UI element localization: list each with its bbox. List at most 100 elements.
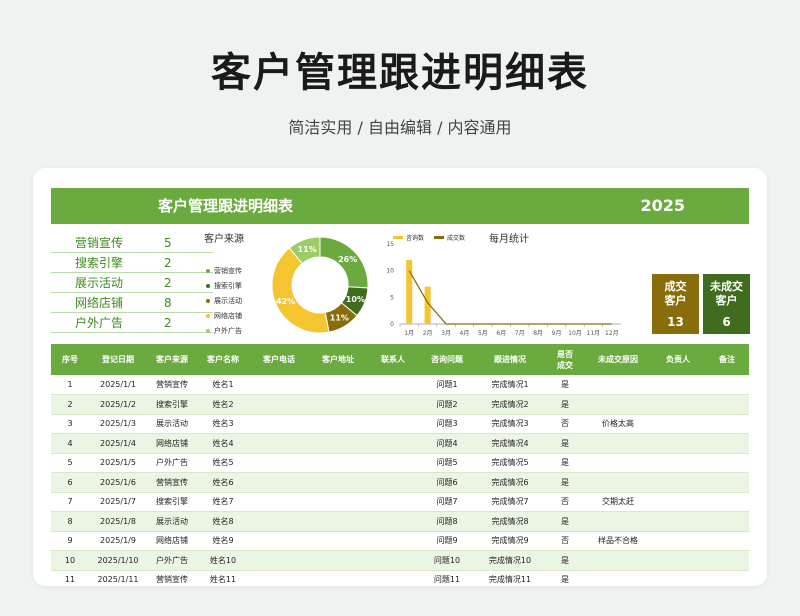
table-cell[interactable]: 10 (51, 550, 89, 571)
table-cell[interactable]: 2025/1/9 (89, 531, 147, 551)
table-cell[interactable]: 问题4 (419, 433, 475, 454)
table-cell[interactable]: 1 (51, 375, 89, 395)
table-cell[interactable] (651, 531, 705, 551)
table-cell[interactable] (309, 433, 367, 454)
table-cell[interactable]: 姓名3 (197, 414, 249, 434)
table-cell[interactable]: 营销宣传 (147, 570, 197, 586)
table-cell[interactable] (585, 472, 651, 493)
column-header[interactable]: 客户名称 (197, 344, 249, 375)
table-cell[interactable]: 问题7 (419, 492, 475, 512)
table-cell[interactable]: 问题6 (419, 472, 475, 493)
table-row[interactable]: 8 2025/1/8 展示活动 姓名8 问题8 完成情况8 是 (51, 511, 749, 532)
table-cell[interactable] (585, 453, 651, 473)
table-cell[interactable]: 2025/1/5 (89, 453, 147, 473)
table-cell[interactable]: 2 (51, 394, 89, 415)
table-cell[interactable]: 是 (545, 511, 585, 532)
table-row[interactable]: 3 2025/1/3 展示活动 姓名3 问题3 完成情况3 否价格太高 (51, 414, 749, 434)
table-cell[interactable]: 姓名9 (197, 531, 249, 551)
table-cell[interactable] (367, 414, 419, 434)
table-cell[interactable] (309, 531, 367, 551)
table-cell[interactable]: 户外广告 (147, 453, 197, 473)
table-cell[interactable]: 营销宣传 (147, 375, 197, 395)
table-cell[interactable]: 完成情况10 (475, 550, 545, 571)
table-cell[interactable]: 完成情况6 (475, 472, 545, 493)
table-cell[interactable] (651, 375, 705, 395)
table-cell[interactable]: 2025/1/6 (89, 472, 147, 493)
table-cell[interactable] (249, 453, 309, 473)
source-row[interactable]: 网络店铺 8 (51, 293, 213, 313)
table-cell[interactable] (367, 492, 419, 512)
kpi-deal-customers[interactable]: 成交 客户 13 (652, 274, 699, 334)
table-cell[interactable]: 是 (545, 472, 585, 493)
table-cell[interactable]: 网络店铺 (147, 531, 197, 551)
table-cell[interactable]: 否 (545, 492, 585, 512)
source-row[interactable]: 营销宣传 5 (51, 233, 213, 253)
table-cell[interactable]: 姓名6 (197, 472, 249, 493)
table-cell[interactable]: 完成情况7 (475, 492, 545, 512)
table-cell[interactable]: 是 (545, 433, 585, 454)
table-cell[interactable]: 姓名11 (197, 570, 249, 586)
table-cell[interactable]: 完成情况3 (475, 414, 545, 434)
monthly-chart[interactable]: 0 5 10 15 1月 2月 3月 4月 5月 6月 7月 8月 9月 10月 11月 12月 (378, 228, 628, 340)
table-cell[interactable]: 问题5 (419, 453, 475, 473)
column-header[interactable]: 未成交原因 (585, 344, 651, 375)
table-cell[interactable] (585, 550, 651, 571)
line-series[interactable] (408, 270, 612, 325)
table-cell[interactable] (367, 433, 419, 454)
table-cell[interactable] (309, 570, 367, 586)
table-cell[interactable]: 7 (51, 492, 89, 512)
table-cell[interactable] (651, 472, 705, 493)
table-cell[interactable] (585, 433, 651, 454)
table-cell[interactable]: 完成情况9 (475, 531, 545, 551)
table-cell[interactable] (249, 433, 309, 454)
column-header[interactable]: 跟进情况 (475, 344, 545, 375)
table-cell[interactable]: 样品不合格 (585, 531, 651, 551)
table-cell[interactable]: 完成情况4 (475, 433, 545, 454)
table-cell[interactable] (705, 394, 749, 415)
table-cell[interactable]: 问题10 (419, 550, 475, 571)
table-cell[interactable]: 2025/1/8 (89, 511, 147, 532)
table-cell[interactable] (705, 433, 749, 454)
table-cell[interactable] (705, 453, 749, 473)
table-cell[interactable]: 价格太高 (585, 414, 651, 434)
table-cell[interactable] (249, 550, 309, 571)
table-cell[interactable] (651, 570, 705, 586)
table-cell[interactable]: 姓名7 (197, 492, 249, 512)
column-header[interactable]: 客户来源 (147, 344, 197, 375)
column-header[interactable]: 客户电话 (249, 344, 309, 375)
column-header[interactable]: 序号 (51, 344, 89, 375)
table-cell[interactable]: 2025/1/4 (89, 433, 147, 454)
table-cell[interactable] (309, 414, 367, 434)
column-header[interactable]: 联系人 (367, 344, 419, 375)
table-row[interactable]: 2 2025/1/2 搜索引擎 姓名2 问题2 完成情况2 是 (51, 394, 749, 415)
table-cell[interactable]: 完成情况5 (475, 453, 545, 473)
table-cell[interactable] (367, 570, 419, 586)
table-cell[interactable]: 姓名4 (197, 433, 249, 454)
table-cell[interactable] (705, 375, 749, 395)
table-cell[interactable] (367, 453, 419, 473)
table-cell[interactable]: 搜索引擎 (147, 492, 197, 512)
table-cell[interactable]: 问题1 (419, 375, 475, 395)
table-cell[interactable] (249, 375, 309, 395)
table-cell[interactable] (651, 550, 705, 571)
table-cell[interactable]: 9 (51, 531, 89, 551)
table-cell[interactable]: 营销宣传 (147, 472, 197, 493)
table-cell[interactable] (249, 511, 309, 532)
column-header[interactable]: 咨询问题 (419, 344, 475, 375)
table-row[interactable]: 5 2025/1/5 户外广告 姓名5 问题5 完成情况5 是 (51, 453, 749, 473)
table-cell[interactable]: 完成情况1 (475, 375, 545, 395)
column-header[interactable]: 是否 成交 (545, 344, 585, 375)
table-cell[interactable]: 是 (545, 394, 585, 415)
table-cell[interactable]: 姓名1 (197, 375, 249, 395)
table-cell[interactable] (309, 394, 367, 415)
table-cell[interactable]: 3 (51, 414, 89, 434)
table-cell[interactable] (651, 414, 705, 434)
table-row[interactable]: 7 2025/1/7 搜索引擎 姓名7 问题7 完成情况7 否交期太赶 (51, 492, 749, 512)
table-cell[interactable] (249, 394, 309, 415)
column-header[interactable]: 备注 (705, 344, 749, 375)
donut-chart[interactable]: 26% 10% 11% 42% 11% (267, 232, 373, 338)
table-cell[interactable] (249, 414, 309, 434)
table-cell[interactable] (367, 472, 419, 493)
table-cell[interactable]: 问题2 (419, 394, 475, 415)
column-header[interactable]: 客户地址 (309, 344, 367, 375)
